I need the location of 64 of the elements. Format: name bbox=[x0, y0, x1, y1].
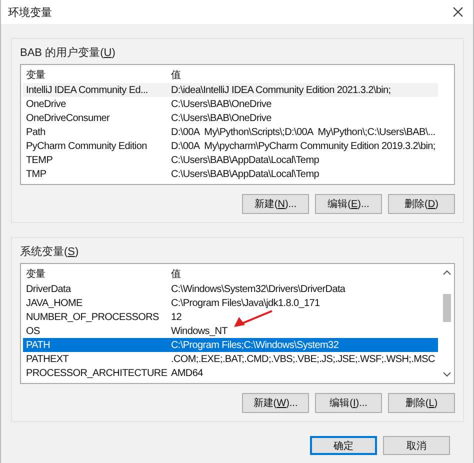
variable-name: OS bbox=[25, 326, 41, 336]
list-row[interactable]: PROCESSOR_ARCHITECTURE AMD64 bbox=[23, 366, 438, 380]
variable-name: TMP bbox=[25, 168, 48, 180]
list-row[interactable]: OneDriveConsumer C:\Users\BAB\OneDrive bbox=[23, 111, 438, 125]
variable-name: OneDrive bbox=[25, 98, 67, 110]
variable-value: C:\Windows\System32\Drivers\DriverData bbox=[170, 284, 346, 294]
dialog-button[interactable]: 取消 bbox=[383, 436, 450, 455]
variable-name: NUMBER_OF_PROCESSORS bbox=[25, 312, 160, 322]
variable-value: D:\idea\IntelliJ IDEA Community Edition 2021.3.2\bin; bbox=[170, 84, 391, 96]
scroll-down-icon[interactable] bbox=[443, 372, 451, 377]
dialog-button[interactable]: 确定 bbox=[310, 436, 377, 455]
variable-value: 12 bbox=[170, 312, 182, 322]
close-icon[interactable] bbox=[453, 7, 463, 17]
action-button[interactable]: 编辑(E)... bbox=[315, 194, 382, 214]
list-row[interactable]: PATH C:\Program Files;C:\Windows\System32 bbox=[23, 338, 438, 352]
variable-value: C:\Program Files;C:\Windows\System32 bbox=[170, 340, 339, 350]
list-row[interactable]: OS Windows_NT bbox=[23, 324, 438, 338]
list-row[interactable]: IntelliJ IDEA Community Ed... D:\idea\IntelliJ IDEA Community Edition 2021.3.2\bin; bbox=[23, 83, 438, 97]
variable-name: PyCharm Community Edition bbox=[25, 140, 148, 152]
variable-name: TEMP bbox=[25, 154, 54, 166]
variable-name: PROCESSOR_ARCHITECTURE bbox=[25, 368, 168, 378]
window-title: 环境变量 bbox=[8, 6, 52, 20]
variable-name: IntelliJ IDEA Community Ed... bbox=[25, 84, 149, 96]
action-button[interactable]: 编辑(I)... bbox=[315, 393, 382, 413]
variable-name: JAVA_HOME bbox=[25, 298, 84, 308]
variable-value: C:\Users\BAB\OneDrive bbox=[170, 98, 272, 110]
variable-value: D:\00A My\pycharm\PyCharm Community Edition 2019.3.2\bin; bbox=[170, 140, 436, 152]
variable-name: PATH bbox=[25, 340, 51, 350]
action-button[interactable]: 新建(N)... bbox=[242, 194, 309, 214]
scroll-up-icon[interactable] bbox=[443, 270, 451, 275]
list-row[interactable]: TMP C:\Users\BAB\AppData\Local\Temp bbox=[23, 167, 438, 181]
column-header[interactable]: 值 bbox=[169, 68, 181, 82]
group-label: 系统变量(S) bbox=[20, 244, 79, 259]
variable-value: C:\Users\BAB\OneDrive bbox=[170, 112, 272, 124]
column-header[interactable]: 变量 bbox=[23, 68, 169, 82]
action-button[interactable]: 删除(D) bbox=[388, 194, 455, 214]
annotation-arrow bbox=[233, 310, 273, 328]
variable-value: AMD64 bbox=[170, 368, 203, 378]
scrollbar-thumb[interactable] bbox=[443, 294, 451, 322]
variable-value: Windows_NT bbox=[170, 326, 228, 336]
action-button[interactable]: 删除(L) bbox=[388, 393, 455, 413]
variable-value: C:\Users\BAB\AppData\Local\Temp bbox=[170, 168, 319, 180]
variable-name: OneDriveConsumer bbox=[25, 112, 111, 124]
variable-list[interactable] bbox=[20, 64, 455, 185]
list-row[interactable]: JAVA_HOME C:\Program Files\Java\jdk1.8.0_171 bbox=[23, 296, 438, 310]
variable-name: DriverData bbox=[25, 284, 72, 294]
list-row[interactable]: TEMP C:\Users\BAB\AppData\Local\Temp bbox=[23, 153, 438, 167]
variable-value: C:\Program Files\Java\jdk1.8.0_171 bbox=[170, 298, 320, 308]
variable-value: .COM;.EXE;.BAT;.CMD;.VBS;.VBE;.JS;.JSE;.WSF;.WSH;.MSC bbox=[170, 354, 435, 364]
variable-value: C:\Users\BAB\AppData\Local\Temp bbox=[170, 154, 319, 166]
variable-list[interactable] bbox=[20, 263, 455, 384]
group-label: BAB 的用户变量(U) bbox=[20, 46, 116, 60]
list-row[interactable]: PyCharm Community Edition D:\00A My\pycharm\PyCharm Community Edition 2019.3.2\bin; bbox=[23, 139, 438, 153]
variable-name: PATHEXT bbox=[25, 354, 70, 364]
list-row[interactable]: Path D:\00A My\Python\Scripts\;D:\00A My\Python\;C:\Users\BAB\... bbox=[23, 125, 438, 139]
list-row[interactable]: OneDrive C:\Users\BAB\OneDrive bbox=[23, 97, 438, 111]
list-row[interactable]: DriverData C:\Windows\System32\Drivers\DriverData bbox=[23, 282, 438, 296]
action-button[interactable]: 新建(W)... bbox=[242, 393, 309, 413]
variable-value: D:\00A My\Python\Scripts\;D:\00A My\Python\;C:\Users\BAB\... bbox=[170, 126, 436, 138]
list-row[interactable]: PATHEXT .COM;.EXE;.BAT;.CMD;.VBS;.VBE;.JS;.JSE;.WSF;.WSH;.MSC bbox=[23, 352, 438, 366]
column-header[interactable]: 变量 bbox=[23, 267, 169, 281]
column-header[interactable]: 值 bbox=[169, 267, 181, 281]
list-row[interactable]: NUMBER_OF_PROCESSORS 12 bbox=[23, 310, 438, 324]
variable-name: Path bbox=[25, 126, 46, 138]
